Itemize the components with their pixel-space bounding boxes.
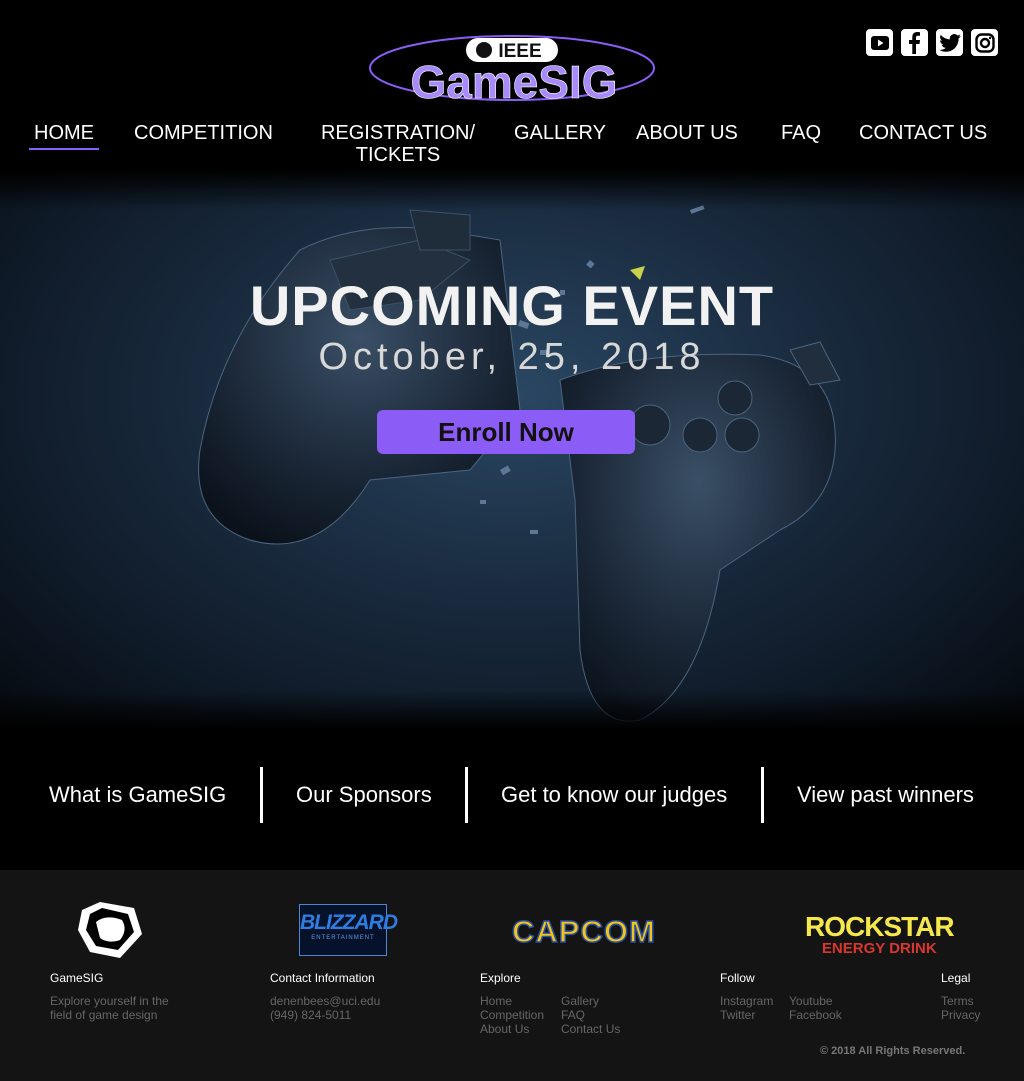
footer-link-competition[interactable]: Competition	[480, 1008, 544, 1022]
nav-registration-line1: REGISTRATION/	[320, 122, 476, 144]
rockstar-logo-text: ROCKSTAR	[805, 911, 955, 942]
what-is-gamesig-link[interactable]: What is GameSIG	[49, 782, 226, 808]
blizzard-logo-subtext: ENTERTAINMENT	[311, 935, 375, 941]
capcom-logo[interactable]: CAPCOM	[511, 913, 656, 950]
footer-link-faq[interactable]: FAQ	[561, 1008, 585, 1022]
nav-about[interactable]: ABOUT US	[636, 122, 738, 144]
enroll-now-button[interactable]: Enroll Now	[377, 410, 635, 454]
footer-link-terms[interactable]: Terms	[941, 994, 974, 1008]
logo-gamesig-text: GameSIG	[410, 56, 617, 104]
nav-home[interactable]: HOME	[29, 122, 99, 150]
info-links-strip: What is GameSIG Our Sponsors Get to know…	[0, 730, 1024, 870]
hero-banner: UPCOMING EVENT October, 25, 2018 Enroll …	[0, 170, 1024, 730]
nav-registration[interactable]: REGISTRATION/TICKETS	[318, 122, 478, 166]
site-header: IEEE GameSIG HOME COMPETITION REGISTRATI…	[0, 0, 1024, 170]
divider	[260, 767, 263, 823]
footer-email-link[interactable]: denenbees@uci.edu	[270, 994, 380, 1008]
rockstar-logo-subtext: ENERGY DRINK	[821, 940, 937, 957]
footer-contact-heading: Contact Information	[270, 971, 375, 985]
tagline-line1: Explore yourself in the	[50, 994, 169, 1008]
footer-link-home[interactable]: Home	[480, 994, 512, 1008]
copyright-text: © 2018 All Rights Reserved.	[820, 1045, 966, 1057]
blizzard-logo-text: BLIZZARD	[300, 911, 398, 934]
tagline-line2: field of game design	[50, 1008, 158, 1022]
twitter-icon[interactable]	[936, 29, 963, 56]
youtube-icon[interactable]	[866, 29, 893, 56]
hero-bottom-fade	[0, 690, 1024, 730]
footer-explore-heading: Explore	[480, 971, 521, 985]
footer-link-privacy[interactable]: Privacy	[941, 1008, 980, 1022]
nav-gallery[interactable]: GALLERY	[514, 122, 606, 144]
footer-link-contact[interactable]: Contact Us	[561, 1022, 620, 1036]
nav-faq[interactable]: FAQ	[781, 122, 821, 144]
footer-link-facebook[interactable]: Facebook	[789, 1008, 842, 1022]
judges-link[interactable]: Get to know our judges	[501, 782, 727, 808]
rockstar-logo[interactable]: ROCKSTAR ENERGY DRINK	[805, 911, 955, 957]
instagram-icon[interactable]	[971, 29, 998, 56]
riot-fist-logo[interactable]	[76, 900, 144, 960]
hero-top-fade	[0, 170, 1024, 210]
divider	[761, 767, 764, 823]
blizzard-logo[interactable]: BLIZZARD ENTERTAINMENT	[299, 904, 398, 956]
footer-gamesig-heading: GameSIG	[50, 971, 104, 985]
footer-legal-heading: Legal	[941, 971, 971, 985]
footer-follow-heading: Follow	[720, 971, 755, 985]
divider	[465, 767, 468, 823]
footer-phone: (949) 824-5011	[270, 1008, 352, 1022]
past-winners-link[interactable]: View past winners	[797, 782, 974, 808]
social-links	[866, 29, 998, 56]
footer-link-gallery[interactable]: Gallery	[561, 994, 599, 1008]
footer-link-twitter[interactable]: Twitter	[720, 1008, 755, 1022]
site-footer: BLIZZARD ENTERTAINMENT CAPCOM ROCKSTAR E…	[0, 870, 1024, 1081]
footer-link-youtube[interactable]: Youtube	[789, 994, 833, 1008]
our-sponsors-link[interactable]: Our Sponsors	[296, 782, 432, 808]
footer-link-instagram[interactable]: Instagram	[720, 994, 773, 1008]
event-date: October, 25, 2018	[318, 336, 706, 378]
nav-contact[interactable]: CONTACT US	[859, 122, 987, 144]
footer-link-about[interactable]: About Us	[480, 1022, 529, 1036]
hero-title: UPCOMING EVENT	[249, 274, 775, 337]
gamesig-logo[interactable]: IEEE GameSIG	[368, 30, 656, 104]
nav-competition[interactable]: COMPETITION	[134, 122, 273, 144]
nav-registration-line2: TICKETS	[355, 144, 441, 166]
footer-gamesig-tagline: Explore yourself in the field of game des…	[50, 994, 169, 1022]
facebook-icon[interactable]	[901, 29, 928, 56]
